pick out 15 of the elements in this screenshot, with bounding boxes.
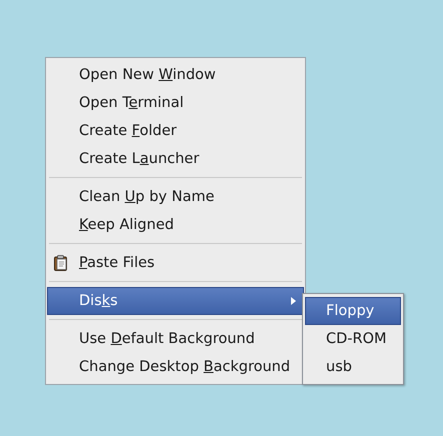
submenu-arrow-icon: [291, 297, 296, 305]
submenu-item[interactable]: Floppy: [305, 297, 401, 325]
menu-item[interactable]: Paste Files: [47, 249, 304, 277]
clipboard-icon: [54, 255, 68, 271]
menu-item[interactable]: Clean Up by Name: [47, 183, 304, 211]
menu-item[interactable]: Open New Window: [47, 61, 304, 89]
menu-item[interactable]: Keep Aligned: [47, 211, 304, 239]
submenu-item[interactable]: usb: [305, 353, 401, 381]
menu-item[interactable]: Disks: [47, 287, 304, 315]
menu-item[interactable]: Use Default Background: [47, 325, 304, 353]
menu-item[interactable]: Change Desktop Background: [47, 353, 304, 381]
menu-item[interactable]: Open Terminal: [47, 89, 304, 117]
submenu-item[interactable]: CD-ROM: [305, 325, 401, 353]
menu-item[interactable]: Create Launcher: [47, 145, 304, 173]
menu-item[interactable]: Create Folder: [47, 117, 304, 145]
